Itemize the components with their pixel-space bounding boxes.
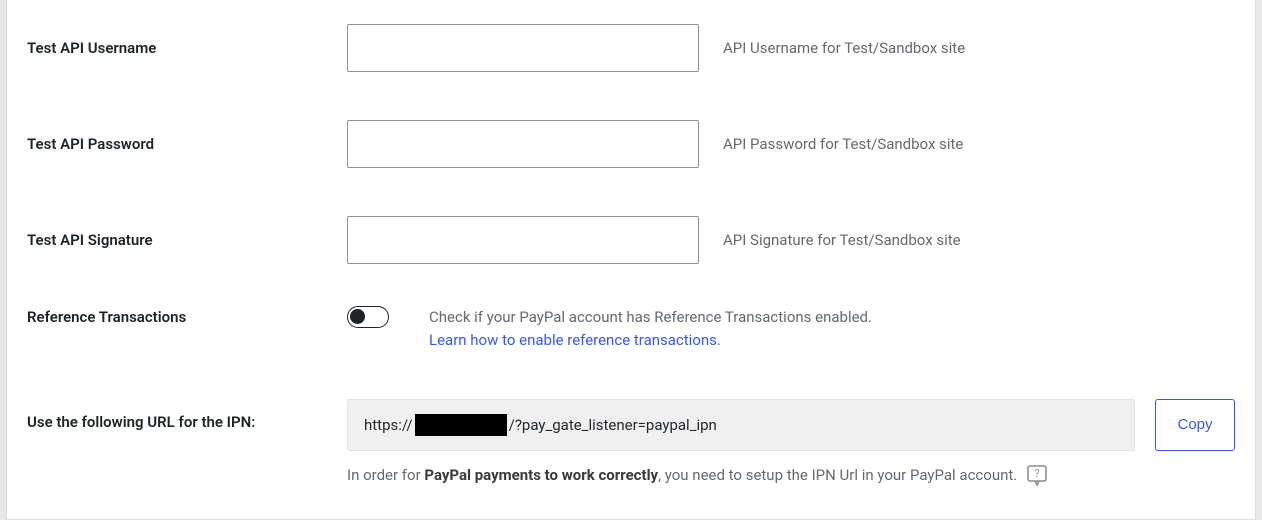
label-ipn-url: Use the following URL for the IPN: (27, 399, 347, 431)
ipn-note-prefix: In order for (347, 466, 424, 484)
help-reference-transactions: Check if your PayPal account has Referen… (429, 306, 872, 353)
ipn-url-prefix: https:// (364, 416, 413, 434)
help-test-api-password: API Password for Test/Sandbox site (723, 135, 963, 153)
svg-text:?: ? (1035, 467, 1040, 480)
copy-ipn-url-button[interactable]: Copy (1155, 399, 1235, 451)
row-test-api-username: Test API Username API Username for Test/… (27, 0, 1235, 96)
input-test-api-password[interactable] (347, 120, 699, 168)
toggle-knob (350, 309, 365, 324)
toggle-reference-transactions[interactable] (347, 306, 389, 328)
row-ipn-url: Use the following URL for the IPN: https… (27, 371, 1235, 487)
label-test-api-username: Test API Username (27, 39, 347, 57)
ipn-url-display[interactable]: https:// /?pay_gate_listener=paypal_ipn (347, 399, 1135, 451)
ipn-note-bold: PayPal payments to work correctly (424, 466, 658, 484)
link-reference-transactions-learn[interactable]: Learn how to enable reference transactio… (429, 331, 721, 349)
ipn-url-suffix: /?pay_gate_listener=paypal_ipn (509, 416, 717, 434)
row-test-api-signature: Test API Signature API Signature for Tes… (27, 192, 1235, 288)
input-test-api-signature[interactable] (347, 216, 699, 264)
ipn-note-suffix: , you need to setup the IPN Url in your … (658, 466, 1017, 484)
reference-transactions-help-text: Check if your PayPal account has Referen… (429, 308, 872, 326)
ipn-note: In order for PayPal payments to work cor… (347, 463, 1235, 487)
help-test-api-signature: API Signature for Test/Sandbox site (723, 231, 961, 249)
paypal-settings-panel: Test API Username API Username for Test/… (6, 0, 1256, 520)
ipn-url-redacted (415, 414, 507, 436)
help-test-api-username: API Username for Test/Sandbox site (723, 39, 965, 57)
row-test-api-password: Test API Password API Password for Test/… (27, 96, 1235, 192)
help-icon[interactable]: ? (1025, 463, 1049, 487)
input-test-api-username[interactable] (347, 24, 699, 72)
label-test-api-signature: Test API Signature (27, 231, 347, 249)
row-reference-transactions: Reference Transactions Check if your Pay… (27, 288, 1235, 371)
label-reference-transactions: Reference Transactions (27, 306, 347, 326)
label-test-api-password: Test API Password (27, 135, 347, 153)
